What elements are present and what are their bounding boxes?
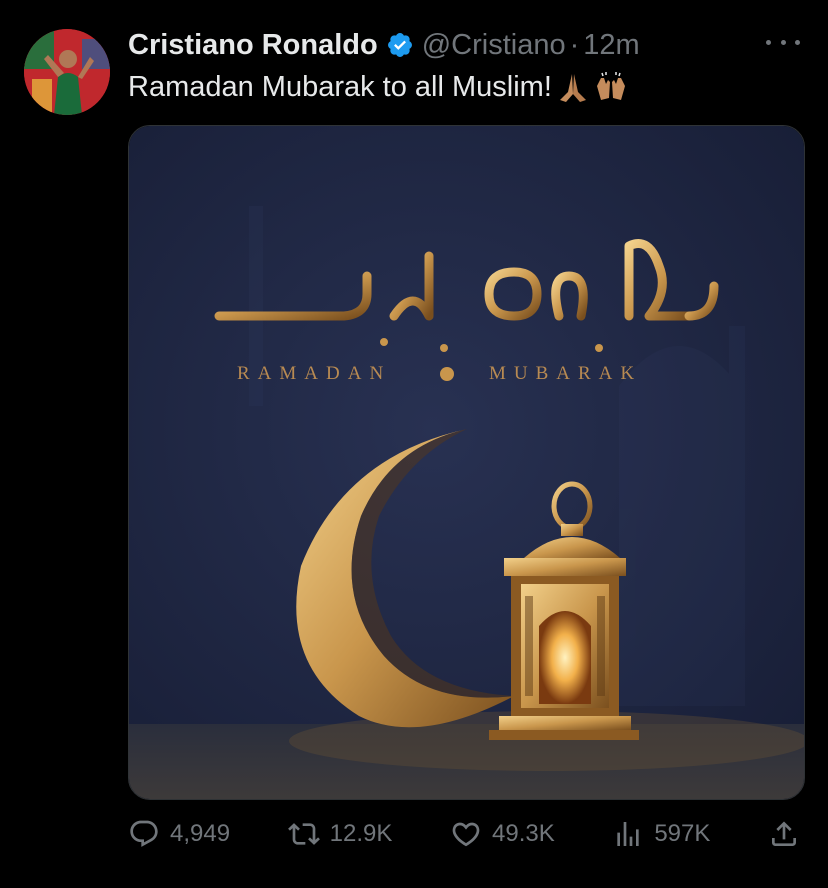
more-options-icon[interactable] [766, 32, 800, 52]
reply-icon [130, 820, 158, 847]
share-button[interactable] [768, 818, 800, 850]
author-handle[interactable]: @Cristiano [422, 29, 566, 62]
view-count: 597K [654, 820, 711, 847]
folded-hands-emoji [556, 70, 590, 104]
analytics-icon [617, 822, 639, 846]
caption-ramadan: RAMADAN [237, 363, 391, 384]
separator-dot: · [569, 28, 580, 61]
like-button[interactable]: 49.3K [450, 818, 555, 850]
share-icon [772, 821, 796, 846]
reply-count: 4,949 [170, 820, 231, 847]
timestamp[interactable]: 12m [583, 29, 639, 62]
tweet-header: Cristiano Ronaldo @Cristiano · 12m [128, 27, 640, 63]
author-name[interactable]: Cristiano Ronaldo [128, 29, 378, 62]
retweet-button[interactable]: 12.9K [287, 818, 393, 850]
like-count: 49.3K [492, 820, 555, 847]
verified-badge-icon [386, 31, 414, 59]
views-button[interactable]: 597K [612, 818, 710, 850]
heart-icon [452, 822, 480, 847]
raising-hands-emoji [594, 70, 628, 104]
retweet-icon [287, 823, 320, 845]
tweet-text: Ramadan Mubarak to all Muslim! [128, 70, 628, 104]
tweet[interactable]: Cristiano Ronaldo @Cristiano · 12m Ramad… [0, 0, 828, 888]
avatar[interactable] [24, 29, 110, 115]
tweet-actions: 4,949 12.9K 49.3K 597K [128, 814, 800, 854]
caption-mubarak: MUBARAK [489, 363, 642, 384]
tweet-media-image[interactable]: RAMADAN MUBARAK [128, 125, 805, 800]
reply-button[interactable]: 4,949 [128, 818, 230, 850]
tweet-text-content: Ramadan Mubarak to all Muslim! [128, 70, 552, 103]
retweet-count: 12.9K [329, 820, 393, 847]
